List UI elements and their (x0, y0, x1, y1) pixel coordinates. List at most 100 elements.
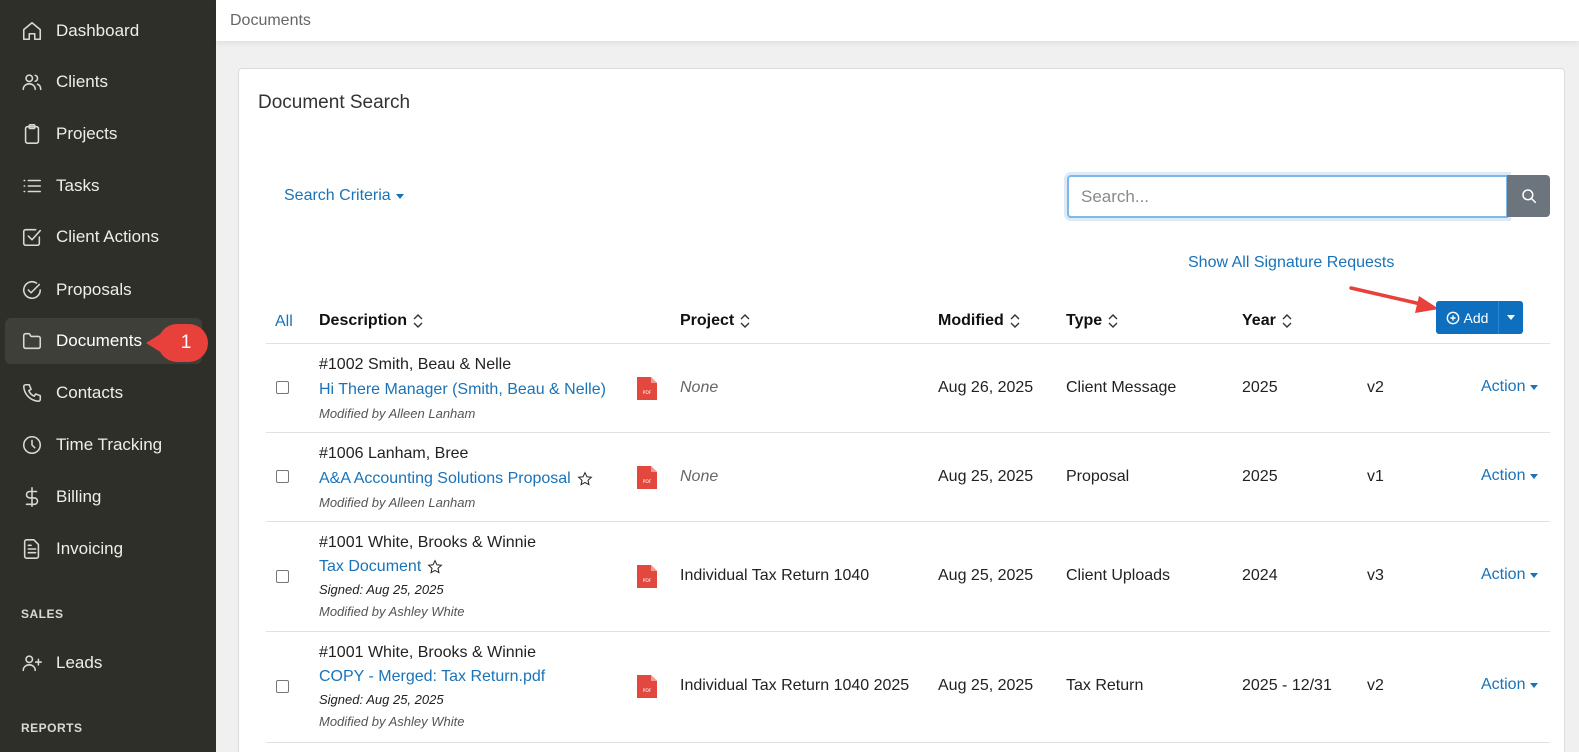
row-client: #1001 White, Brooks & Winnie (319, 534, 536, 551)
caret-down-icon (1530, 384, 1539, 390)
search-field[interactable] (1067, 175, 1508, 218)
row-checkbox[interactable] (276, 381, 289, 394)
select-all-link[interactable]: All (275, 313, 293, 331)
column-header-type[interactable]: Type (1066, 312, 1118, 330)
row-year: 2024 (1242, 567, 1278, 584)
add-dropdown-toggle[interactable] (1498, 301, 1523, 334)
section-label-sales: SALES (21, 607, 64, 621)
document-icon (20, 537, 44, 561)
search-button[interactable] (1507, 175, 1550, 217)
sidebar-item-invoicing[interactable]: Invoicing (5, 526, 202, 572)
folder-icon (20, 329, 44, 353)
checkbox-icon (20, 225, 44, 249)
document-title-link[interactable]: COPY - Merged: Tax Return.pdf (319, 668, 545, 686)
sort-icon (413, 314, 423, 328)
list-icon (20, 174, 44, 198)
home-icon (20, 19, 44, 43)
sort-icon (1010, 314, 1020, 328)
caret-down-icon (1530, 572, 1539, 578)
document-title-link[interactable]: Hi There Manager (Smith, Beau & Nelle) (319, 381, 606, 399)
sidebar-item-leads[interactable]: Leads (5, 640, 202, 686)
document-title-link[interactable]: A&A Accounting Solutions Proposal (319, 470, 593, 488)
modified-by: Modified by Ashley White (319, 604, 465, 619)
modified-by: Modified by Alleen Lanham (319, 495, 476, 510)
row-action-dropdown[interactable]: Action (1481, 467, 1539, 485)
column-header-label: Modified (938, 312, 1004, 329)
row-type: Client Uploads (1066, 567, 1171, 584)
sidebar-item-label: Documents (56, 331, 142, 350)
sort-icon (1108, 314, 1118, 328)
row-year: 2025 - 12/31 (1242, 677, 1332, 694)
row-year: 2025 (1242, 468, 1278, 485)
search-input[interactable] (1069, 177, 1506, 216)
svg-text:PDF: PDF (643, 578, 652, 584)
column-header-description[interactable]: Description (319, 312, 423, 330)
row-action-dropdown[interactable]: Action (1481, 566, 1539, 584)
sidebar-item-clients[interactable]: Clients (5, 59, 202, 105)
row-modified: Aug 25, 2025 (938, 567, 1034, 584)
row-modified: Aug 26, 2025 (938, 379, 1034, 396)
table-divider (266, 343, 1550, 344)
action-label: Action (1481, 566, 1526, 583)
row-action-dropdown[interactable]: Action (1481, 378, 1539, 396)
top-bar: Documents (216, 0, 1579, 41)
row-checkbox[interactable] (276, 570, 289, 583)
sidebar: Dashboard Clients Projects Tasks Client … (0, 0, 216, 752)
modified-by: Modified by Alleen Lanham (319, 406, 476, 421)
modified-by: Modified by Ashley White (319, 714, 465, 729)
column-header-year[interactable]: Year (1242, 312, 1292, 330)
row-project: None (680, 468, 719, 485)
row-checkbox[interactable] (276, 680, 289, 693)
sidebar-item-label: Client Actions (56, 227, 159, 246)
show-signature-requests-link[interactable]: Show All Signature Requests (1188, 254, 1394, 272)
sidebar-item-tasks[interactable]: Tasks (5, 163, 202, 209)
row-type: Proposal (1066, 468, 1130, 485)
caret-down-icon (1530, 473, 1539, 479)
check-circle-icon (20, 278, 44, 302)
signed-date: Signed: Aug 25, 2025 (319, 692, 444, 707)
add-button-label: Add (1463, 309, 1489, 326)
pdf-file-icon[interactable]: PDF (637, 466, 657, 489)
column-header-label: Project (680, 312, 735, 329)
sidebar-item-client-actions[interactable]: Client Actions (5, 214, 202, 260)
row-year: 2025 (1242, 379, 1278, 396)
search-criteria-label: Search Criteria (284, 187, 391, 204)
document-title-link[interactable]: Tax Document (319, 558, 443, 576)
breadcrumb: Documents (230, 12, 311, 29)
row-version: v1 (1367, 468, 1384, 485)
add-button[interactable]: Add (1436, 301, 1498, 334)
column-header-modified[interactable]: Modified (938, 312, 1020, 330)
sidebar-item-label: Billing (56, 487, 102, 506)
user-plus-icon (20, 651, 44, 675)
clipboard-icon (20, 122, 44, 146)
section-label-reports: REPORTS (21, 721, 83, 735)
row-checkbox[interactable] (276, 470, 289, 483)
add-button-group: Add (1436, 301, 1523, 334)
row-type: Tax Return (1066, 677, 1144, 694)
plus-circle-icon (1446, 311, 1459, 324)
star-icon[interactable] (577, 471, 593, 487)
pdf-file-icon[interactable]: PDF (637, 377, 657, 400)
row-client: #1006 Lanham, Bree (319, 445, 469, 462)
column-header-project[interactable]: Project (680, 312, 750, 330)
sidebar-item-billing[interactable]: Billing (5, 474, 202, 520)
document-title: Hi There Manager (Smith, Beau & Nelle) (319, 381, 606, 398)
sidebar-item-proposals[interactable]: Proposals (5, 267, 202, 313)
pdf-file-icon[interactable]: PDF (637, 565, 657, 588)
row-project: Individual Tax Return 1040 (680, 567, 870, 584)
table-divider (266, 432, 1550, 433)
document-title: Tax Document (319, 558, 422, 575)
star-icon[interactable] (427, 559, 443, 575)
search-criteria-dropdown[interactable]: Search Criteria (284, 187, 404, 205)
clock-icon (20, 433, 44, 457)
sidebar-item-time-tracking[interactable]: Time Tracking (5, 422, 202, 468)
sidebar-item-projects[interactable]: Projects (5, 111, 202, 157)
pdf-file-icon[interactable]: PDF (637, 675, 657, 698)
row-action-dropdown[interactable]: Action (1481, 676, 1539, 694)
table-divider (266, 521, 1550, 522)
search-icon (1521, 189, 1536, 204)
sidebar-item-dashboard[interactable]: Dashboard (5, 8, 202, 54)
signed-date: Signed: Aug 25, 2025 (319, 582, 444, 597)
svg-text:PDF: PDF (643, 688, 652, 694)
sidebar-item-contacts[interactable]: Contacts (5, 370, 202, 416)
